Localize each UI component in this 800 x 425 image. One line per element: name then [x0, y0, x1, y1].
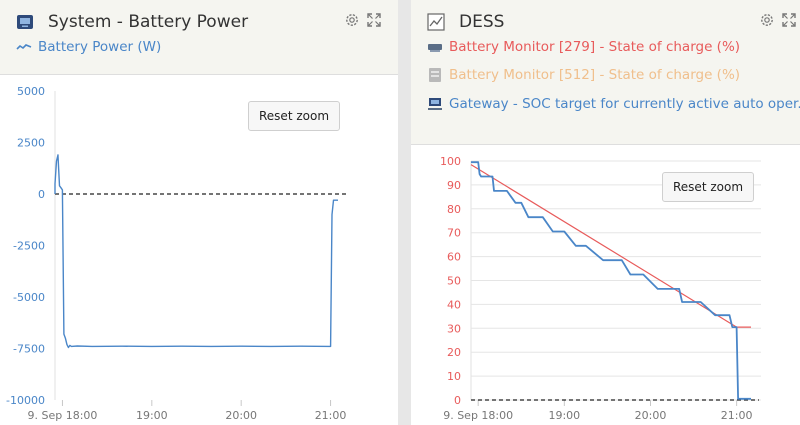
x-tick-label: 19:00 [548, 409, 580, 422]
reset-zoom-button[interactable]: Reset zoom [662, 172, 755, 202]
panel-title-row: System - Battery Power [16, 10, 248, 34]
battery-power-line-icon [16, 40, 32, 54]
panel-actions [759, 12, 800, 28]
expand-icon[interactable] [366, 12, 382, 28]
panel-title: DESS [459, 12, 505, 32]
y-tick-label: -5000 [13, 291, 45, 304]
legend-label: Gateway - SOC target for currently activ… [449, 96, 800, 112]
y-tick-label: 70 [447, 227, 461, 240]
y-tick-label: -7500 [13, 343, 45, 356]
legend-gateway-soc-target[interactable]: Gateway - SOC target for currently activ… [427, 96, 800, 112]
y-tick-label: 40 [447, 298, 461, 311]
panel-title-row: DESS [427, 10, 504, 34]
y-tick-label: 50 [447, 275, 461, 288]
panel-header: System - Battery Power Battery Power (W) [0, 0, 398, 75]
y-tick-label: -10000 [6, 394, 45, 407]
battery-monitor-icon [427, 68, 443, 82]
y-tick-label: 2500 [17, 137, 45, 150]
y-tick-label: -2500 [13, 240, 45, 253]
legend-battery-monitor-279[interactable]: Battery Monitor [279] - State of charge … [427, 39, 740, 55]
y-tick-label: 80 [447, 203, 461, 216]
legend-battery-monitor-512[interactable]: Battery Monitor [512] - State of charge … [427, 67, 740, 83]
panel-header: DESS Battery Monitor [279] - State of ch… [411, 0, 800, 145]
y-tick-label: 30 [447, 322, 461, 335]
battery-monitor-icon [427, 40, 443, 54]
x-tick-label: 20:00 [225, 409, 257, 422]
battery-power-panel: System - Battery Power Battery Power (W)… [0, 0, 398, 425]
series-line-1 [54, 154, 338, 349]
dess-panel: DESS Battery Monitor [279] - State of ch… [411, 0, 800, 425]
y-tick-label: 100 [440, 155, 461, 168]
x-tick-label: 20:00 [635, 409, 667, 422]
expand-icon[interactable] [781, 12, 797, 28]
y-tick-label: 60 [447, 251, 461, 264]
x-tick-label: 9. Sep 18:00 [27, 409, 97, 422]
legend-battery-power[interactable]: Battery Power (W) [16, 39, 161, 55]
y-tick-label: 0 [454, 394, 461, 407]
x-tick-label: 19:00 [136, 409, 168, 422]
y-tick-label: 5000 [17, 85, 45, 98]
legend-label: Battery Monitor [512] - State of charge … [449, 67, 741, 83]
x-tick-label: 21:00 [721, 409, 753, 422]
legend-label: Battery Power (W) [38, 39, 162, 55]
gear-icon[interactable] [759, 12, 775, 28]
x-tick-label: 21:00 [315, 409, 347, 422]
y-tick-label: 0 [38, 188, 45, 201]
gear-icon[interactable] [344, 12, 360, 28]
legend-label: Battery Monitor [279] - State of charge … [449, 39, 741, 55]
reset-zoom-button[interactable]: Reset zoom [248, 101, 341, 131]
system-device-icon [16, 13, 34, 31]
x-tick-label: 9. Sep 18:00 [443, 409, 513, 422]
gateway-icon [427, 97, 443, 111]
y-tick-label: 90 [447, 179, 461, 192]
y-tick-label: 10 [447, 370, 461, 383]
chart-icon [427, 13, 445, 31]
panel-title: System - Battery Power [48, 12, 249, 32]
y-tick-label: 20 [447, 346, 461, 359]
panel-actions [344, 12, 388, 28]
